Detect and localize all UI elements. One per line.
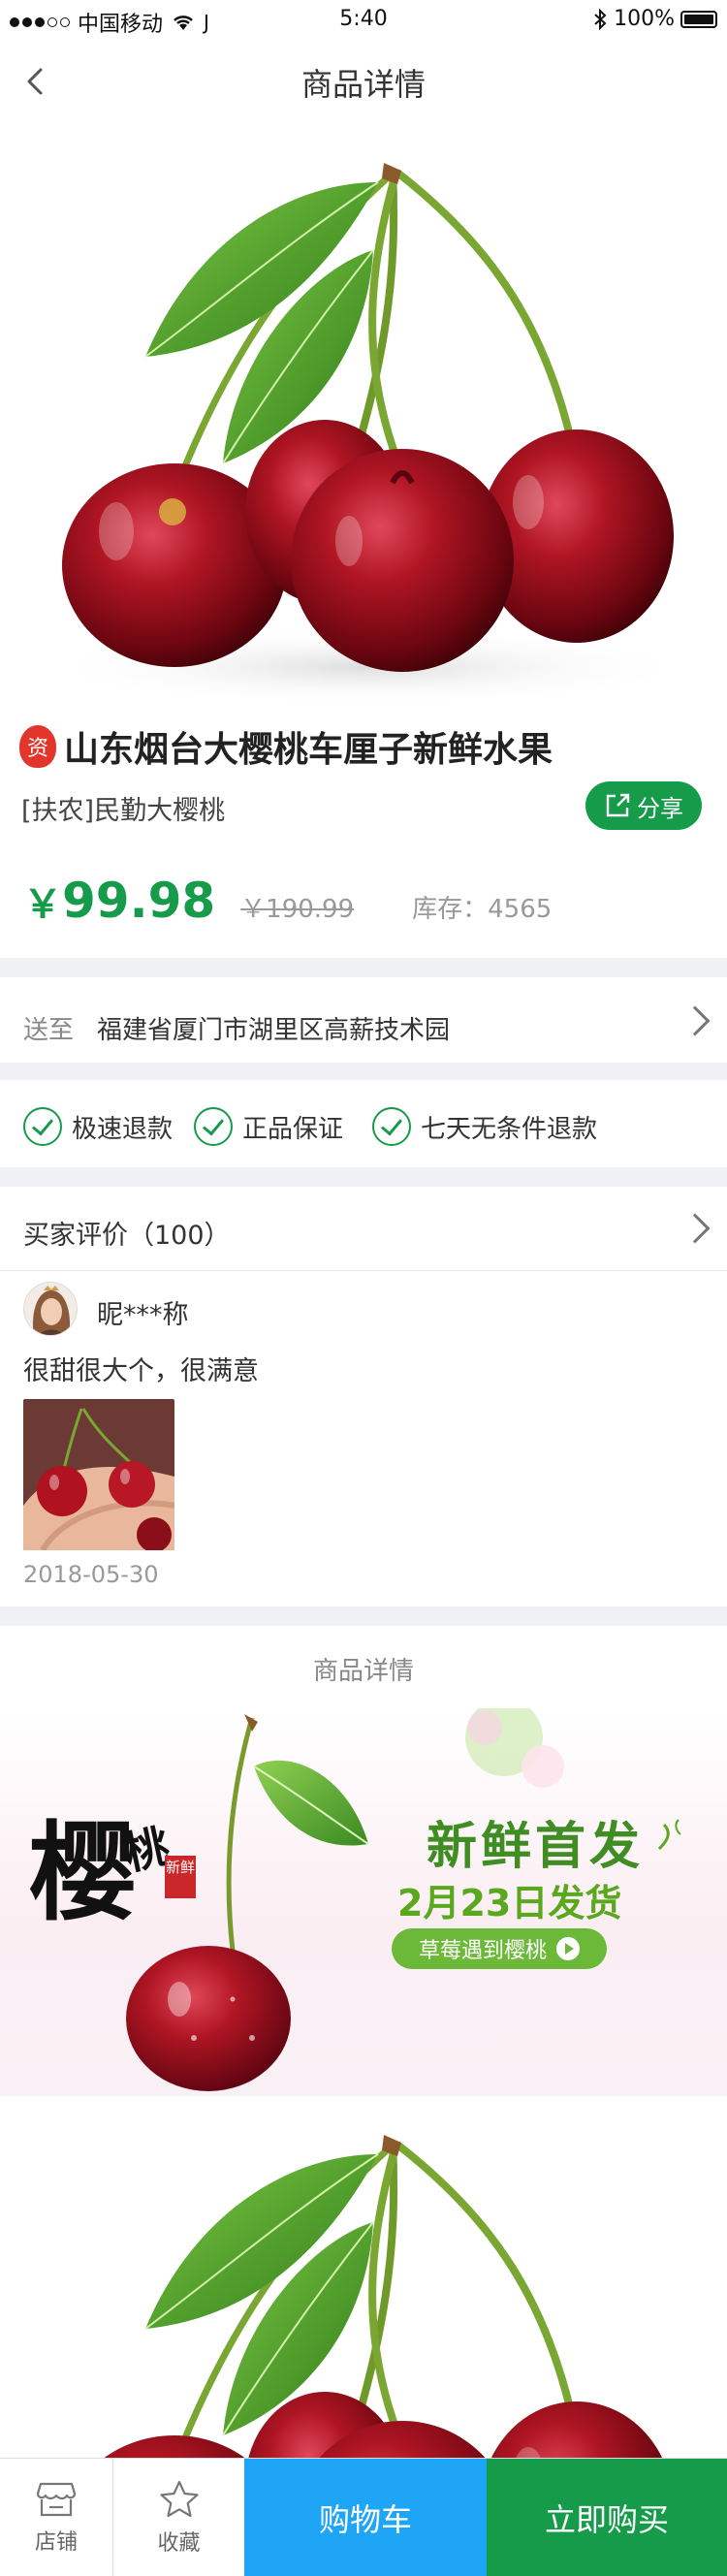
currency-symbol: ￥: [23, 882, 62, 927]
review-username: 昵***称: [97, 1300, 189, 1330]
avatar: [23, 1282, 78, 1336]
review-date: 2018-05-30: [23, 1561, 159, 1588]
store-button[interactable]: 店铺: [0, 2459, 112, 2576]
nav-bar: 商品详情: [0, 39, 727, 124]
cherries-illustration: [104, 2135, 663, 2458]
banner-title: 新鲜首发: [427, 1817, 645, 1876]
review-photo-image: [23, 1399, 174, 1550]
product-image[interactable]: [0, 124, 727, 708]
guarantee-label: 七天无条件退款: [421, 1114, 598, 1144]
status-bar: 中国移动 J 5:40 100%: [0, 0, 727, 39]
chevron-right-icon: [680, 1213, 711, 1244]
promo-banner[interactable]: 樱 桃 新鲜 新鲜首发 2月23日发货 草莓遇到樱桃: [0, 1708, 727, 2096]
section-divider: [0, 958, 727, 977]
original-price: ￥190.99: [240, 895, 355, 924]
banner-date: 2月23日发货: [397, 1882, 622, 1924]
status-right: 100%: [592, 7, 717, 31]
favorite-label: 收藏: [157, 2531, 201, 2556]
review-photo[interactable]: [23, 1399, 174, 1550]
bluetooth-icon: [594, 8, 607, 30]
share-label: 分享: [637, 794, 683, 822]
store-label: 店铺: [34, 2530, 78, 2555]
battery-percent: 100%: [614, 7, 675, 31]
product-subtitle: [扶农]民勤大樱桃: [21, 796, 226, 826]
reviews-header-row[interactable]: 买家评价（100）: [0, 1187, 727, 1270]
divider: [0, 1270, 727, 1271]
banner-pill-button[interactable]: 草莓遇到樱桃: [392, 1928, 607, 1969]
check-circle-icon: [194, 1107, 233, 1146]
chevron-right-icon: [680, 1005, 711, 1036]
guarantees-row: 极速退款 正品保证 七天无条件退款: [0, 1080, 727, 1167]
share-icon: [606, 793, 630, 817]
guarantee-item: 极速退款: [23, 1107, 173, 1146]
detail-image: [0, 2096, 727, 2458]
section-divider: [0, 1063, 727, 1080]
delivery-label: 送至: [23, 1016, 75, 1045]
cherries-illustration: [39, 163, 698, 706]
review-text: 很甜很大个，很满意: [23, 1356, 259, 1386]
product-subtitle-row: [扶农]民勤大樱桃 分享: [21, 781, 706, 832]
price-row: ￥99.98 ￥190.99 库存：4565: [23, 873, 708, 940]
check-circle-icon: [23, 1107, 62, 1146]
star-icon: [159, 2480, 199, 2518]
avatar-image: [24, 1283, 77, 1335]
delivery-row[interactable]: 送至 福建省厦门市湖里区高薪技术园: [0, 977, 727, 1063]
product-tag-badge: 资: [19, 725, 56, 768]
reviews-header: 买家评价（100）: [23, 1221, 231, 1251]
guarantee-label: 正品保证: [242, 1114, 344, 1144]
share-button[interactable]: 分享: [585, 781, 702, 830]
section-divider: [0, 1167, 727, 1187]
banner-calligraphy-ying: 樱: [29, 1810, 136, 1935]
product-title-row: 资 山东烟台大樱桃车厘子新鲜水果: [19, 717, 708, 776]
guarantee-item: 正品保证: [194, 1107, 343, 1146]
section-divider: [0, 1606, 727, 1626]
banner-pill-label: 草莓遇到樱桃: [419, 1939, 548, 1963]
add-to-cart-button[interactable]: 购物车: [244, 2459, 487, 2576]
delivery-address: 福建省厦门市湖里区高薪技术园: [97, 1016, 451, 1045]
price-value: 99.98: [62, 873, 216, 929]
battery-icon: [680, 10, 717, 28]
bottom-action-bar: 店铺 收藏 购物车 立即购买: [0, 2458, 727, 2576]
page-title: 商品详情: [300, 66, 426, 103]
favorite-button[interactable]: 收藏: [112, 2459, 244, 2576]
store-icon: [36, 2482, 77, 2517]
buy-now-button[interactable]: 立即购买: [487, 2459, 727, 2576]
check-circle-icon: [372, 1107, 411, 1146]
stock-count: 库存：4565: [412, 895, 553, 924]
play-icon: [556, 1937, 581, 1960]
product-title: 山东烟台大樱桃车厘子新鲜水果: [64, 730, 553, 770]
details-header: 商品详情: [312, 1657, 414, 1686]
guarantee-label: 极速退款: [72, 1114, 174, 1144]
guarantee-item: 七天无条件退款: [372, 1107, 597, 1146]
current-price: ￥99.98: [23, 873, 215, 929]
banner-seal: 新鲜: [165, 1856, 196, 1898]
